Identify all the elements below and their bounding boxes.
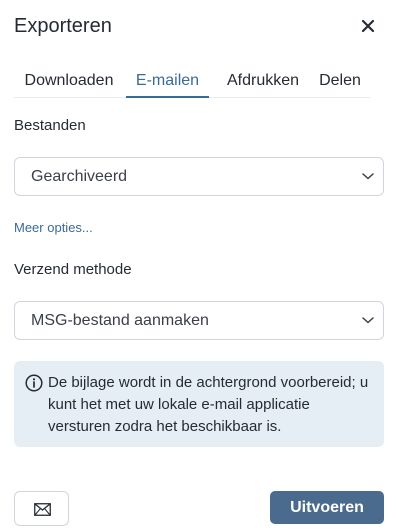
close-icon [361, 19, 375, 33]
files-label: Bestanden [14, 117, 86, 134]
tab-bar: Downloaden E-mailen Afdrukken Delen [14, 68, 370, 98]
envelope-icon [34, 503, 51, 516]
tab-e-mailen[interactable]: E-mailen [126, 68, 209, 98]
tab-afdrukken[interactable]: Afdrukken [219, 68, 307, 98]
files-select[interactable]: Gearchiveerd [14, 157, 384, 196]
tab-downloaden[interactable]: Downloaden [14, 68, 124, 98]
chevron-down-icon [362, 173, 374, 180]
chevron-down-icon [362, 317, 374, 324]
files-select-value: Gearchiveerd [31, 168, 128, 185]
send-method-select[interactable]: MSG-bestand aanmaken [14, 301, 384, 340]
info-box: De bijlage wordt in de achtergrond voorb… [14, 361, 384, 447]
close-button[interactable] [356, 14, 380, 38]
dialog-header: Exporteren [14, 12, 386, 40]
email-button[interactable] [14, 491, 69, 526]
info-icon [25, 374, 43, 392]
send-method-label: Verzend methode [14, 261, 132, 278]
info-text: De bijlage wordt in de achtergrond voorb… [48, 374, 369, 435]
tab-delen[interactable]: Delen [313, 68, 367, 98]
send-method-select-value: MSG-bestand aanmaken [31, 312, 209, 329]
more-options-link[interactable]: Meer opties... [14, 220, 93, 236]
dialog-title: Exporteren [14, 15, 112, 37]
execute-button[interactable]: Uitvoeren [270, 491, 384, 524]
